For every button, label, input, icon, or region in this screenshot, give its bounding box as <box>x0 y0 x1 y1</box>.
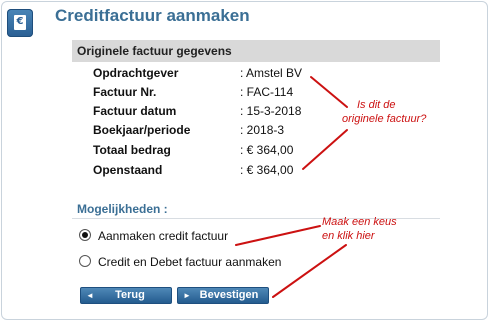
annotation-question: Is dit de originele factuur? <box>342 98 426 126</box>
annotation-text: Maak een keus <box>322 216 397 228</box>
annotation-text: Is dit de <box>357 99 396 111</box>
annotation-text: originele factuur? <box>342 113 427 125</box>
arrow-line-option <box>235 225 321 246</box>
arrow-line-outstanding <box>302 129 348 170</box>
annotation-instruction: Maak een keus en klik hier <box>322 215 397 243</box>
arrow-line-client <box>310 76 348 108</box>
annotation-text: en klik hier <box>322 230 375 242</box>
annotation-arrows <box>235 76 348 298</box>
arrow-line-confirm <box>272 244 347 298</box>
